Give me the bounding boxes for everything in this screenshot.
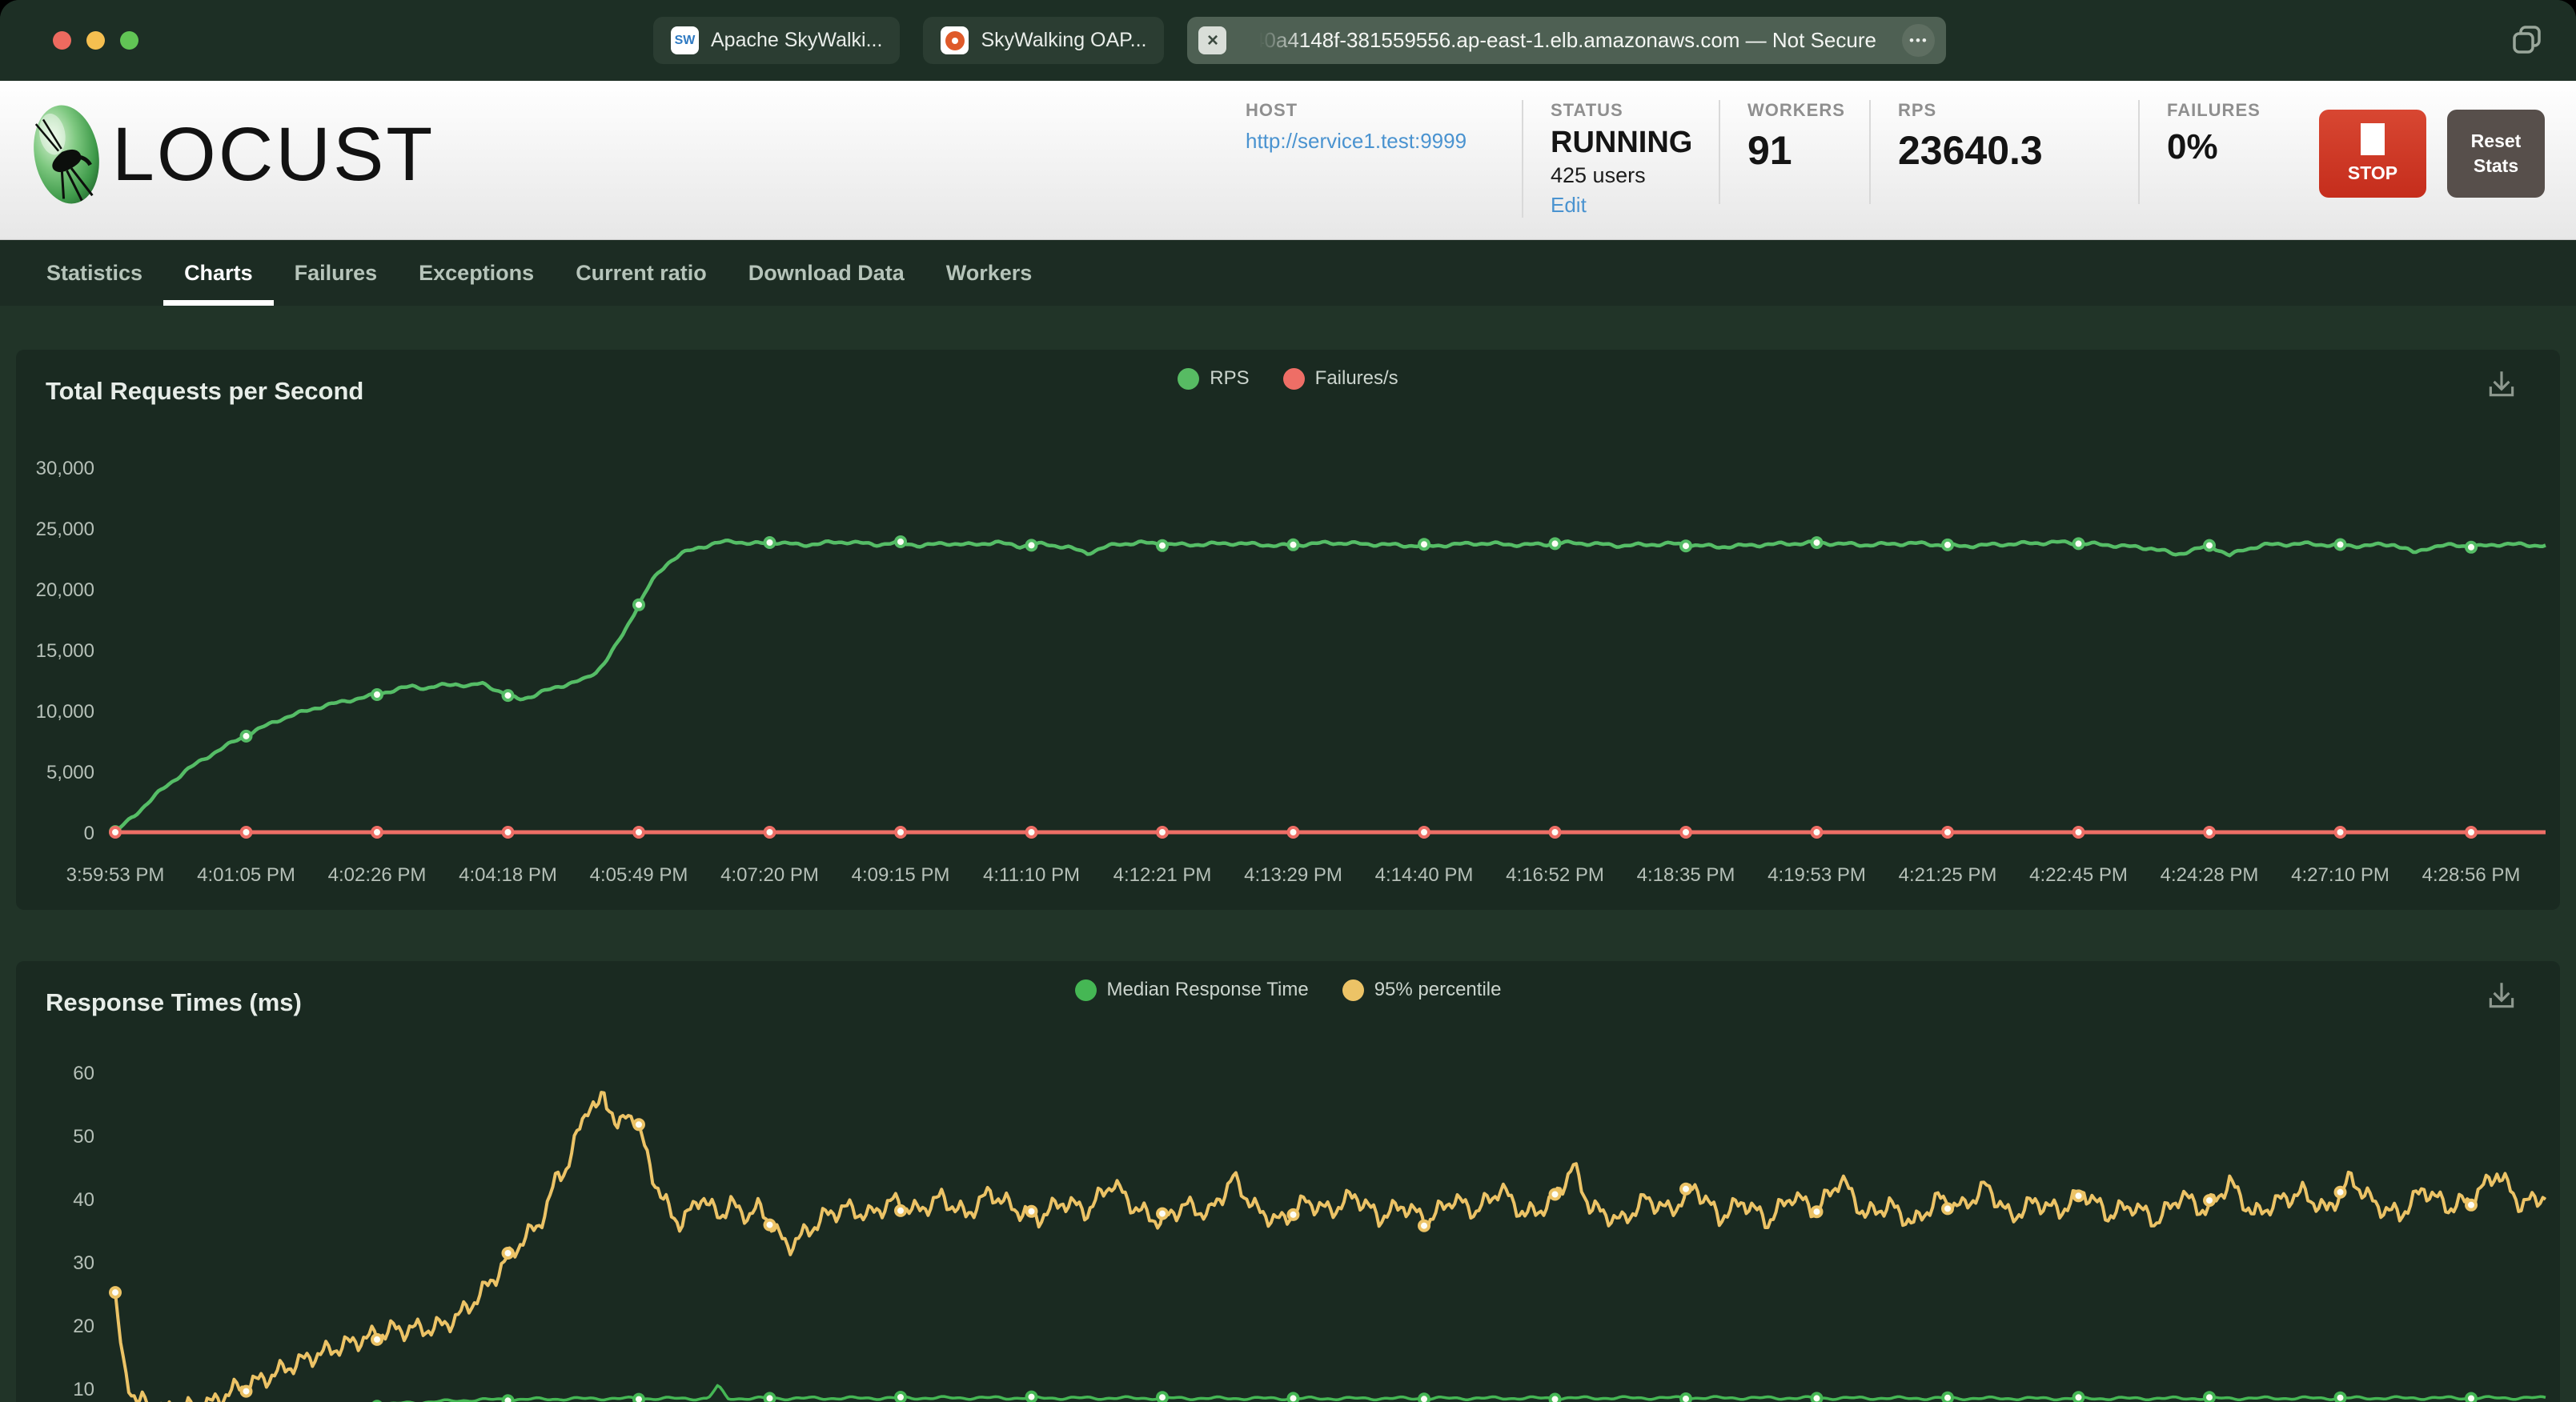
svg-text:5,000: 5,000 [46,762,94,783]
svg-text:4:07:20 PM: 4:07:20 PM [720,864,819,886]
svg-text:25,000: 25,000 [36,519,94,540]
svg-text:4:12:21 PM: 4:12:21 PM [1113,864,1212,886]
response-times-chart-canvas: 60 50 40 30 20 10 [73,1063,2547,1402]
svg-text:0: 0 [84,823,94,844]
stat-label-host: HOST [1246,100,1298,120]
svg-text:20: 20 [73,1316,94,1337]
svg-text:4:09:15 PM: 4:09:15 PM [852,864,950,886]
svg-text:4:24:28 PM: 4:24:28 PM [2161,864,2259,886]
host-link[interactable]: http://service1.test:9999 [1246,129,1495,154]
svg-text:4:16:52 PM: 4:16:52 PM [1506,864,1604,886]
tab-title: SkyWalking OAP... [981,29,1147,51]
failures-value: 0% [2167,127,2218,166]
tab-statistics[interactable]: Statistics [26,240,163,306]
svg-text:15,000: 15,000 [36,640,94,662]
address-url[interactable]: 40a4148f-381559556.ap-east-1.elb.amazona… [1253,28,1876,52]
svg-text:10,000: 10,000 [36,701,94,723]
url-fade-overlay [1251,28,1308,53]
svg-text:4:27:10 PM: 4:27:10 PM [2291,864,2389,886]
svg-text:20,000: 20,000 [36,579,94,601]
main-nav: Statistics Charts Failures Exceptions Curren… [0,240,2576,306]
locust-brand: LOCUST [32,102,435,207]
svg-text:4:22:45 PM: 4:22:45 PM [2029,864,2128,886]
tab-charts[interactable]: Charts [163,240,274,306]
stat-label-failures: FAILURES [2167,100,2261,120]
svg-text:4:18:35 PM: 4:18:35 PM [1637,864,1735,886]
svg-text:4:05:49 PM: 4:05:49 PM [590,864,688,886]
chart-panel-total-rps: Total Requests per Second RPS Failures/s … [16,350,2560,910]
stat-workers: WORKERS 91 [1719,100,1869,204]
svg-text:4:13:29 PM: 4:13:29 PM [1244,864,1342,886]
svg-text:30,000: 30,000 [36,458,94,479]
header-stats: HOST http://service1.test:9999 STATUS RU… [1246,100,2545,218]
svg-text:4:01:05 PM: 4:01:05 PM [197,864,295,886]
app-header: LOCUST HOST http://service1.test:9999 ST… [0,81,2576,240]
svg-text:4:02:26 PM: 4:02:26 PM [328,864,427,886]
browser-window: SW Apache SkyWalki... SkyWalking OAP... … [0,0,2576,1402]
close-tab-icon[interactable]: × [1198,26,1227,54]
svg-text:10: 10 [73,1379,94,1400]
tab-workers[interactable]: Workers [925,240,1053,306]
rps-value: 23640.3 [1898,128,2043,173]
stat-label-workers: WORKERS [1747,100,1845,120]
tab-current-ratio[interactable]: Current ratio [555,240,728,306]
tab-download-data[interactable]: Download Data [728,240,925,306]
browser-tab-apache-skywalking[interactable]: SW Apache SkyWalki... [653,17,901,64]
stat-rps: RPS 23640.3 [1869,100,2138,204]
logo-text: LOCUST [112,111,435,197]
tab-exceptions[interactable]: Exceptions [398,240,555,306]
status-value: RUNNING [1551,126,1693,159]
stat-status: STATUS RUNNING 425 users Edit [1522,100,1719,218]
tab-strip: SW Apache SkyWalki... SkyWalking OAP... … [653,17,1947,64]
stat-label-status: STATUS [1551,100,1623,120]
svg-text:60: 60 [73,1063,94,1084]
charts-page: Total Requests per Second RPS Failures/s … [0,306,2576,1402]
locust-logo-icon [34,105,99,204]
skywalking-oap-icon [941,26,969,54]
close-window-button[interactable] [53,31,71,50]
svg-text:4:21:25 PM: 4:21:25 PM [1899,864,1997,886]
workers-value: 91 [1747,128,1792,173]
reset-stats-label: Reset Stats [2470,130,2522,176]
stat-failures: FAILURES 0% [2138,100,2295,204]
tab-title: Apache SkyWalki... [711,29,883,51]
svg-text:50: 50 [73,1126,94,1148]
svg-text:30: 30 [73,1252,94,1274]
reset-stats-button[interactable]: Reset Stats [2447,110,2545,198]
stop-button[interactable]: STOP [2319,110,2426,198]
chart-panel-response-times: Response Times (ms) Median Response Time… [16,961,2560,1402]
stat-label-rps: RPS [1898,100,1937,120]
browser-tab-skywalking-oap[interactable]: SkyWalking OAP... [923,17,1165,64]
tab-failures[interactable]: Failures [274,240,399,306]
svg-text:4:14:40 PM: 4:14:40 PM [1375,864,1474,886]
browser-tab-active-url[interactable]: × 40a4148f-381559556.ap-east-1.elb.amazo… [1187,17,1947,64]
user-count: 425 users [1551,163,1646,187]
browser-titlebar: SW Apache SkyWalki... SkyWalking OAP... … [0,0,2576,81]
skywalking-sw-icon: SW [671,26,699,54]
svg-text:4:28:56 PM: 4:28:56 PM [2422,864,2521,886]
minimize-window-button[interactable] [86,31,105,50]
header-buttons: STOP Reset Stats [2319,100,2545,198]
edit-users-link[interactable]: Edit [1551,193,1587,218]
tab-options-icon[interactable]: ••• [1902,24,1936,57]
tab-overview-icon[interactable] [2509,22,2546,62]
stop-label: STOP [2347,162,2398,183]
rps-chart-canvas: 30,000 25,000 20,000 15,000 10,000 5,000 0 3:59… [36,458,2546,886]
window-controls [53,31,138,50]
svg-text:40: 40 [73,1189,94,1211]
svg-text:4:19:53 PM: 4:19:53 PM [1767,864,1866,886]
stop-icon [2361,123,2385,155]
svg-text:4:04:18 PM: 4:04:18 PM [459,864,557,886]
stat-host: HOST http://service1.test:9999 [1246,100,1522,204]
svg-text:4:11:10 PM: 4:11:10 PM [983,864,1080,886]
zoom-window-button[interactable] [120,31,138,50]
svg-text:3:59:53 PM: 3:59:53 PM [66,864,165,886]
